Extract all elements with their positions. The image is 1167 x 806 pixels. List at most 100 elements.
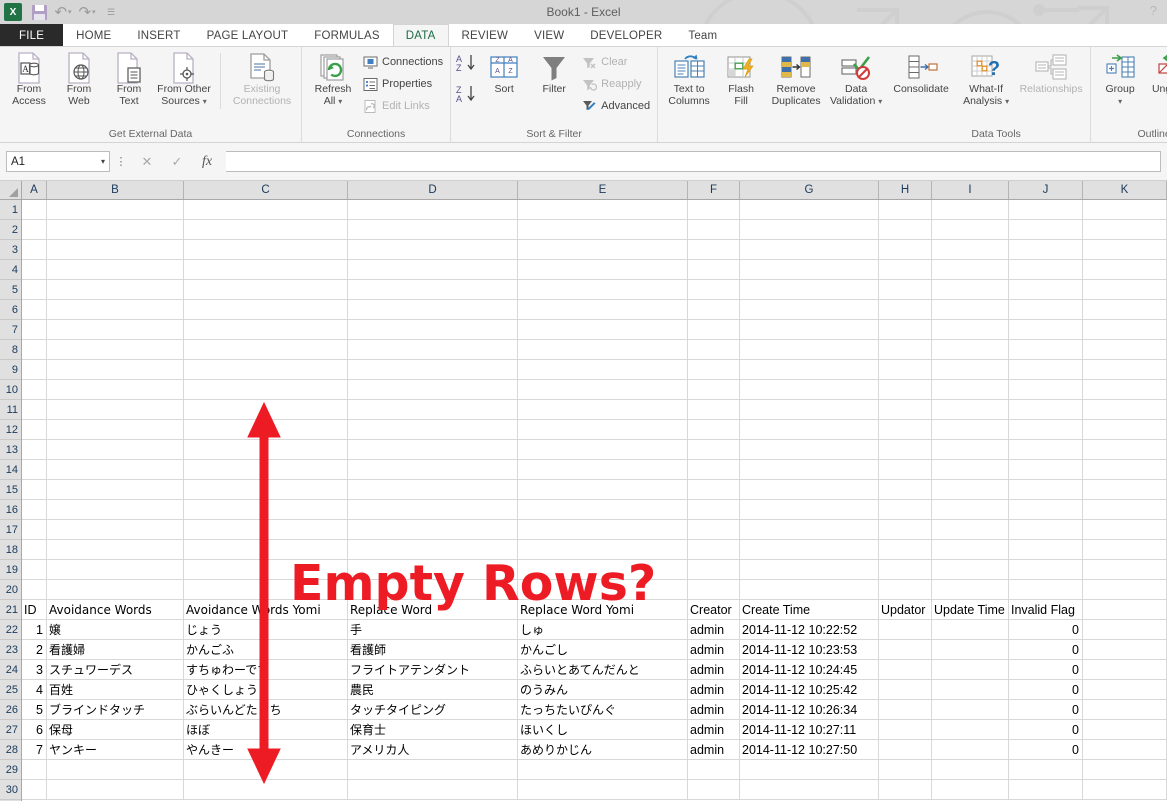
cell-J20[interactable] [1009, 580, 1083, 600]
tab-developer[interactable]: DEVELOPER [577, 24, 676, 46]
cell-G11[interactable] [740, 400, 879, 420]
cell-C13[interactable] [184, 440, 348, 460]
cell-D24[interactable]: フライトアテンダント [348, 660, 518, 680]
cell-E30[interactable] [518, 780, 688, 800]
cell-F10[interactable] [688, 380, 740, 400]
cell-G1[interactable] [740, 200, 879, 220]
cell-I26[interactable] [932, 700, 1009, 720]
cell-J5[interactable] [1009, 280, 1083, 300]
cell-A12[interactable] [22, 420, 47, 440]
row-header-6[interactable]: 6 [0, 300, 21, 320]
cell-I4[interactable] [932, 260, 1009, 280]
cell-E5[interactable] [518, 280, 688, 300]
cell-B2[interactable] [47, 220, 184, 240]
row-header-20[interactable]: 20 [0, 580, 21, 600]
table-row[interactable] [22, 760, 1167, 780]
table-row[interactable] [22, 780, 1167, 800]
cell-A16[interactable] [22, 500, 47, 520]
cell-I13[interactable] [932, 440, 1009, 460]
from-web-button[interactable]: From Web [54, 49, 104, 107]
cell-B20[interactable] [47, 580, 184, 600]
cell-I7[interactable] [932, 320, 1009, 340]
cell-A27[interactable]: 6 [22, 720, 47, 740]
cell-A29[interactable] [22, 760, 47, 780]
cell-G4[interactable] [740, 260, 879, 280]
cell-D8[interactable] [348, 340, 518, 360]
cell-C29[interactable] [184, 760, 348, 780]
cell-H17[interactable] [879, 520, 932, 540]
table-row[interactable] [22, 280, 1167, 300]
cell-H28[interactable] [879, 740, 932, 760]
tab-review[interactable]: REVIEW [448, 24, 522, 46]
from-other-sources-button[interactable]: From Other Sources ▾ [154, 49, 214, 107]
cell-K24[interactable] [1083, 660, 1167, 680]
cell-J2[interactable] [1009, 220, 1083, 240]
cell-F21[interactable]: Creator [688, 600, 740, 620]
cell-B12[interactable] [47, 420, 184, 440]
name-box-chevron-down-icon[interactable]: ▾ [101, 157, 105, 166]
insert-function-button[interactable]: fx [192, 151, 222, 172]
cell-G30[interactable] [740, 780, 879, 800]
cell-G17[interactable] [740, 520, 879, 540]
cell-C15[interactable] [184, 480, 348, 500]
cell-G25[interactable]: 2014-11-12 10:25:42 [740, 680, 879, 700]
row-header-24[interactable]: 24 [0, 660, 21, 680]
cell-H11[interactable] [879, 400, 932, 420]
cell-C27[interactable]: ほぼ [184, 720, 348, 740]
formula-input[interactable] [226, 151, 1161, 172]
row-header-18[interactable]: 18 [0, 540, 21, 560]
enter-formula-button[interactable]: ✓ [162, 151, 192, 172]
cell-H9[interactable] [879, 360, 932, 380]
properties-button[interactable]: Properties [360, 73, 446, 95]
cell-E15[interactable] [518, 480, 688, 500]
cell-K20[interactable] [1083, 580, 1167, 600]
row-header-25[interactable]: 25 [0, 680, 21, 700]
cell-G14[interactable] [740, 460, 879, 480]
cell-K13[interactable] [1083, 440, 1167, 460]
cell-A17[interactable] [22, 520, 47, 540]
cell-C6[interactable] [184, 300, 348, 320]
table-row[interactable] [22, 200, 1167, 220]
cell-B21[interactable]: Avoidance Words [47, 600, 184, 620]
cell-B13[interactable] [47, 440, 184, 460]
cell-I12[interactable] [932, 420, 1009, 440]
ribbon-tab-strip[interactable]: FILE HOME INSERT PAGE LAYOUT FORMULAS DA… [0, 24, 1167, 47]
cell-C25[interactable]: ひゃくしょう [184, 680, 348, 700]
cell-K3[interactable] [1083, 240, 1167, 260]
column-header-E[interactable]: E [518, 181, 688, 199]
table-row[interactable] [22, 260, 1167, 280]
cell-K28[interactable] [1083, 740, 1167, 760]
cell-I19[interactable] [932, 560, 1009, 580]
cell-A25[interactable]: 4 [22, 680, 47, 700]
cell-B25[interactable]: 百姓 [47, 680, 184, 700]
refresh-all-chevron-down-icon[interactable]: ▾ [338, 97, 342, 106]
cell-F8[interactable] [688, 340, 740, 360]
cell-B14[interactable] [47, 460, 184, 480]
cell-C1[interactable] [184, 200, 348, 220]
group-button[interactable]: Group ▾ [1095, 49, 1145, 107]
row-header-15[interactable]: 15 [0, 480, 21, 500]
cell-E9[interactable] [518, 360, 688, 380]
cell-B16[interactable] [47, 500, 184, 520]
cell-C12[interactable] [184, 420, 348, 440]
data-validation-button[interactable]: Data Validation ▾ [826, 49, 886, 107]
cell-C14[interactable] [184, 460, 348, 480]
table-row[interactable] [22, 460, 1167, 480]
cell-D5[interactable] [348, 280, 518, 300]
flash-fill-button[interactable]: Flash Fill [716, 49, 766, 107]
cell-J10[interactable] [1009, 380, 1083, 400]
column-header-B[interactable]: B [47, 181, 184, 199]
cell-H10[interactable] [879, 380, 932, 400]
spreadsheet-grid[interactable]: A B C D E F G H I J K 1 2 3 4 5 6 7 8 9 10 11 12 13 1… [0, 181, 1167, 801]
cell-B29[interactable] [47, 760, 184, 780]
cell-J1[interactable] [1009, 200, 1083, 220]
cell-E28[interactable]: あめりかじん [518, 740, 688, 760]
reapply-filter-button[interactable]: Reapply [579, 73, 653, 95]
cell-J19[interactable] [1009, 560, 1083, 580]
cell-H30[interactable] [879, 780, 932, 800]
cell-C4[interactable] [184, 260, 348, 280]
cell-I24[interactable] [932, 660, 1009, 680]
cell-C28[interactable]: やんきー [184, 740, 348, 760]
table-row[interactable] [22, 340, 1167, 360]
cell-J13[interactable] [1009, 440, 1083, 460]
